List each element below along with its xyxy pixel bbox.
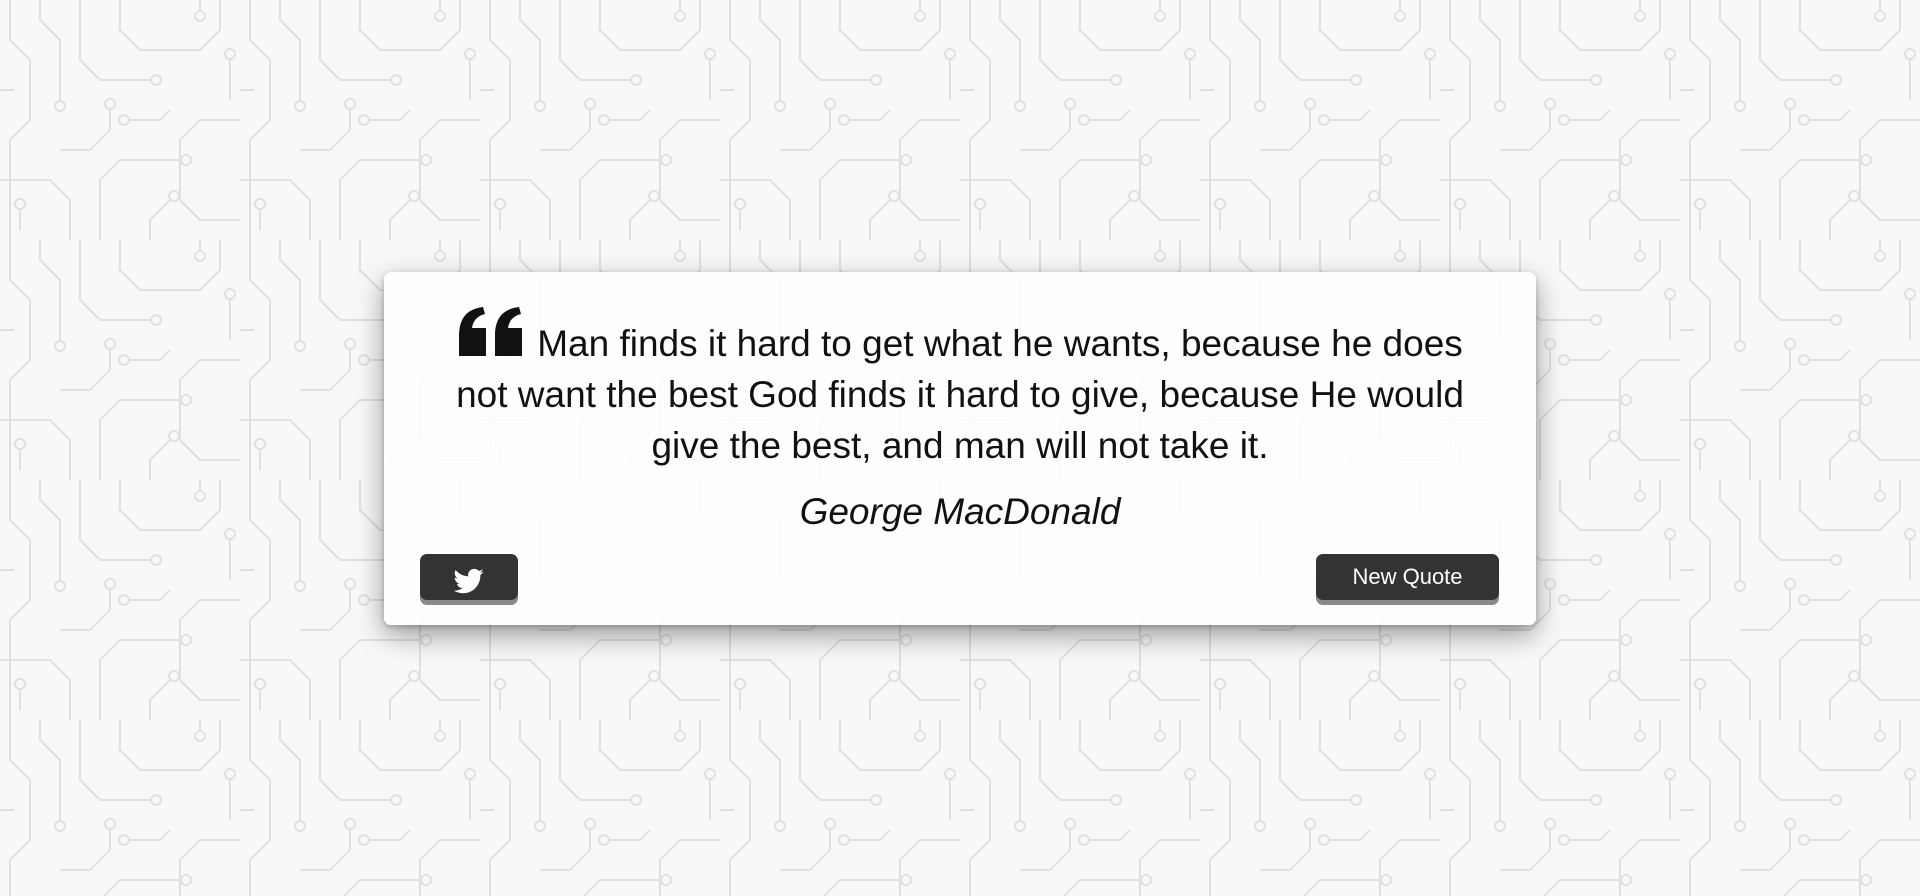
tweet-quote-button[interactable] [420, 554, 518, 600]
quote-left-icon [457, 306, 527, 358]
quote-text-block: Man finds it hard to get what he wants, … [436, 306, 1484, 471]
quote-text: Man finds it hard to get what he wants, … [456, 323, 1464, 466]
twitter-icon [454, 568, 484, 594]
quote-author: George MacDonald [799, 491, 1121, 532]
new-quote-button[interactable]: New Quote [1316, 554, 1499, 600]
quote-card: Man finds it hard to get what he wants, … [384, 272, 1536, 625]
